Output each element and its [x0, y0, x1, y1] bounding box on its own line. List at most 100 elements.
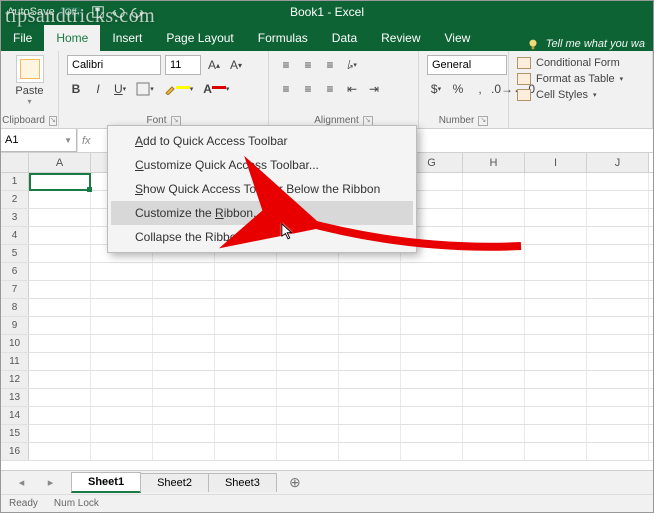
row-header[interactable]: 13: [1, 389, 29, 406]
cell[interactable]: [215, 371, 277, 388]
cell[interactable]: [277, 299, 339, 316]
cell[interactable]: [339, 407, 401, 424]
cell[interactable]: [463, 317, 525, 334]
cell[interactable]: [29, 173, 91, 190]
cell[interactable]: [91, 299, 153, 316]
cell[interactable]: [587, 281, 649, 298]
column-header[interactable]: J: [587, 153, 649, 172]
cell[interactable]: [29, 443, 91, 460]
row-header[interactable]: 9: [1, 317, 29, 334]
cell[interactable]: [525, 389, 587, 406]
cell-styles-button[interactable]: Cell Styles ▾: [517, 87, 644, 103]
save-icon[interactable]: [91, 5, 105, 19]
cell[interactable]: [587, 191, 649, 208]
cell[interactable]: [463, 299, 525, 316]
cell[interactable]: [29, 227, 91, 244]
fx-icon[interactable]: fx: [82, 135, 91, 147]
cell[interactable]: [587, 209, 649, 226]
align-top-button[interactable]: ≡: [277, 55, 295, 75]
cell[interactable]: [277, 425, 339, 442]
cell[interactable]: [215, 407, 277, 424]
cell[interactable]: [277, 371, 339, 388]
cell[interactable]: [215, 335, 277, 352]
column-header[interactable]: A: [29, 153, 91, 172]
cell[interactable]: [463, 407, 525, 424]
cell[interactable]: [587, 353, 649, 370]
cell[interactable]: [339, 443, 401, 460]
bold-button[interactable]: B: [67, 79, 85, 99]
font-name-combo[interactable]: [67, 55, 161, 75]
tab-page-layout[interactable]: Page Layout: [154, 25, 245, 51]
cell[interactable]: [525, 245, 587, 262]
cell[interactable]: [525, 317, 587, 334]
cell[interactable]: [587, 227, 649, 244]
tab-data[interactable]: Data: [320, 25, 369, 51]
menu-show-qat-below[interactable]: Show Quick Access Toolbar Below the Ribb…: [111, 177, 413, 201]
cell[interactable]: [29, 407, 91, 424]
cell[interactable]: [215, 317, 277, 334]
tab-view[interactable]: View: [433, 25, 483, 51]
sheet-tab-2[interactable]: Sheet2: [140, 473, 209, 492]
cell[interactable]: [153, 389, 215, 406]
cell[interactable]: [29, 281, 91, 298]
cell[interactable]: [401, 263, 463, 280]
cell[interactable]: [339, 263, 401, 280]
cell[interactable]: [587, 335, 649, 352]
cell[interactable]: [525, 191, 587, 208]
cell[interactable]: [587, 407, 649, 424]
cell[interactable]: [339, 317, 401, 334]
cell[interactable]: [525, 425, 587, 442]
row-header[interactable]: 16: [1, 443, 29, 460]
cell[interactable]: [525, 209, 587, 226]
cell[interactable]: [277, 263, 339, 280]
cell[interactable]: [339, 389, 401, 406]
cell[interactable]: [29, 353, 91, 370]
cell[interactable]: [587, 317, 649, 334]
cell[interactable]: [153, 353, 215, 370]
cell[interactable]: [463, 353, 525, 370]
name-box[interactable]: A1▼: [1, 129, 77, 152]
cell[interactable]: [215, 299, 277, 316]
cell[interactable]: [153, 299, 215, 316]
cell[interactable]: [277, 389, 339, 406]
tab-file[interactable]: File: [1, 25, 44, 51]
menu-customize-qat[interactable]: Customize Quick Access Toolbar...: [111, 153, 413, 177]
cell[interactable]: [215, 263, 277, 280]
cell[interactable]: [29, 263, 91, 280]
cell[interactable]: [401, 425, 463, 442]
cell[interactable]: [277, 407, 339, 424]
currency-button[interactable]: $▾: [427, 79, 445, 99]
cell[interactable]: [153, 407, 215, 424]
cell[interactable]: [277, 335, 339, 352]
number-launcher[interactable]: ↘: [478, 116, 488, 126]
cell[interactable]: [29, 371, 91, 388]
cell[interactable]: [277, 281, 339, 298]
cell[interactable]: [463, 281, 525, 298]
cell[interactable]: [29, 317, 91, 334]
tab-formulas[interactable]: Formulas: [246, 25, 320, 51]
cell[interactable]: [525, 227, 587, 244]
cell[interactable]: [29, 245, 91, 262]
row-header[interactable]: 12: [1, 371, 29, 388]
conditional-formatting-button[interactable]: Conditional Form: [517, 55, 644, 71]
cell[interactable]: [525, 335, 587, 352]
cell[interactable]: [91, 281, 153, 298]
cell[interactable]: [91, 389, 153, 406]
cell[interactable]: [91, 425, 153, 442]
align-middle-button[interactable]: ≡: [299, 55, 317, 75]
row-header[interactable]: 8: [1, 299, 29, 316]
redo-icon[interactable]: [131, 5, 145, 19]
cell[interactable]: [401, 407, 463, 424]
cell[interactable]: [525, 281, 587, 298]
number-format-combo[interactable]: [427, 55, 507, 75]
percent-button[interactable]: %: [449, 79, 467, 99]
cell[interactable]: [401, 443, 463, 460]
row-header[interactable]: 2: [1, 191, 29, 208]
sheet-tab-3[interactable]: Sheet3: [208, 473, 277, 492]
cell[interactable]: [463, 371, 525, 388]
column-header[interactable]: H: [463, 153, 525, 172]
comma-button[interactable]: ,: [471, 79, 489, 99]
chevron-down-icon[interactable]: ▼: [64, 136, 72, 145]
cell[interactable]: [587, 389, 649, 406]
cell[interactable]: [277, 443, 339, 460]
